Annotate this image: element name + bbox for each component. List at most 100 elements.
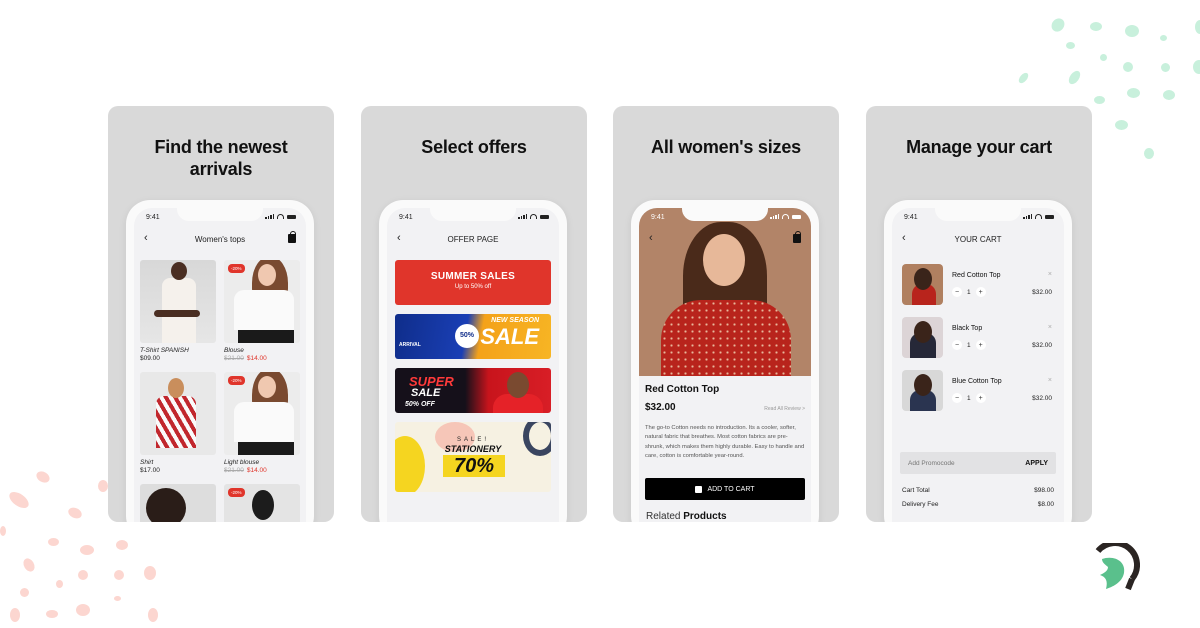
summary-label: Delivery Fee — [902, 501, 939, 508]
read-all-review-link[interactable]: Read All Review > — [764, 406, 805, 412]
banner-percent: 50% — [455, 324, 479, 348]
remove-icon[interactable]: × — [1048, 324, 1052, 331]
phone-mockup: 9:41 ‹ Red Cotton Top $32.00 Read All Re… — [631, 200, 819, 522]
card-title: Manage your cart — [906, 137, 1052, 157]
quantity-value: 1 — [967, 341, 971, 349]
product-card[interactable]: T-Shirt SPANISH $09.00 — [140, 260, 216, 362]
apply-button[interactable]: APPLY — [1025, 460, 1048, 467]
nav-title: Women's tops — [194, 234, 246, 244]
back-icon[interactable]: ‹ — [902, 232, 906, 244]
status-time: 9:41 — [651, 214, 665, 221]
product-image: -20% — [224, 484, 300, 522]
signal-icon — [265, 214, 274, 219]
product-card[interactable]: Shirt $17.00 — [140, 372, 216, 474]
status-time: 9:41 — [146, 214, 160, 221]
nav-title: OFFER PAGE — [447, 234, 499, 244]
summer-sales-banner[interactable]: SUMMER SALES Up to 50% off — [395, 260, 551, 305]
banner-title: SUMMER SALES — [430, 271, 516, 282]
decrement-button[interactable]: − — [952, 287, 962, 297]
cart-item-list: Red Cotton Top × − 1 + $32.00 Black Top … — [902, 264, 1054, 411]
banner-percent: 70% — [443, 455, 505, 477]
banner-sale-text: SALE — [480, 324, 539, 349]
quantity-stepper: − 1 + — [952, 393, 986, 403]
banner-sale-text: SALE — [411, 387, 441, 399]
sale-price: $14.00 — [246, 355, 267, 362]
cart-item-image — [902, 317, 943, 358]
increment-button[interactable]: + — [975, 287, 986, 297]
back-icon[interactable]: ‹ — [397, 232, 401, 244]
cart-item: Black Top × − 1 + $32.00 — [902, 317, 1054, 358]
increment-button[interactable]: + — [975, 340, 986, 350]
decrement-button[interactable]: − — [952, 340, 962, 350]
old-price: $21.00 — [224, 355, 244, 362]
banner-sale-text: SALE! — [456, 437, 489, 443]
product-name: Blouse — [224, 347, 244, 354]
banner-arrival-text: ARRIVAL — [399, 342, 421, 348]
product-card[interactable]: -20% Blouse $21.00 $14.00 — [224, 260, 300, 362]
back-icon[interactable]: ‹ — [144, 232, 148, 244]
discount-badge: -20% — [228, 376, 245, 385]
phone-notch — [935, 208, 1021, 221]
increment-button[interactable]: + — [975, 393, 986, 403]
back-icon[interactable]: ‹ — [649, 232, 653, 244]
phone-screen: 9:41 ‹ OFFER PAGE SUMMER SALES Up to 50%… — [387, 208, 559, 522]
related-products-heading: Related Products — [646, 511, 727, 522]
product-name: Light blouse — [224, 459, 260, 466]
cart-item-price: $32.00 — [1032, 395, 1052, 402]
stationery-sale-banner[interactable]: SALE! STATIONERY 70% — [395, 422, 551, 492]
feature-card-new-arrivals: Find the newest arrivals 9:41 ‹ Women's … — [108, 106, 334, 522]
wifi-icon — [530, 214, 537, 219]
promocode-input[interactable] — [908, 459, 998, 467]
card-title: Select offers — [421, 137, 527, 157]
wifi-icon — [277, 214, 284, 219]
cart-item-image — [902, 370, 943, 411]
product-card[interactable]: -20% Light blouse $21.00 $14.00 — [224, 372, 300, 474]
related-bold: Products — [683, 511, 727, 522]
banner-title: STATIONERY — [444, 444, 502, 454]
phone-screen: 9:41 ‹ YOUR CART Red Cotton Top × − 1 + … — [892, 208, 1064, 522]
banner-percent: 50% OFF — [405, 401, 435, 408]
add-to-cart-button[interactable]: ADD TO CART — [645, 478, 805, 500]
product-image — [140, 484, 216, 522]
brand-logo-icon — [1095, 543, 1140, 591]
shopping-bag-icon[interactable] — [288, 231, 296, 243]
summary-value: $8.00 — [1037, 501, 1054, 508]
old-price: $21.00 — [224, 467, 244, 474]
card-title: All women's sizes — [651, 137, 801, 157]
cart-item-name: Red Cotton Top — [952, 272, 1001, 279]
product-image — [140, 260, 216, 343]
product-image — [140, 372, 216, 455]
product-price: $21.00 $14.00 — [224, 355, 300, 362]
shopping-bag-icon[interactable] — [793, 231, 801, 243]
status-icons — [1023, 214, 1054, 219]
offer-banner-list: SUMMER SALES Up to 50% off ARRIVAL 50% N… — [395, 260, 551, 492]
phone-notch — [177, 208, 263, 221]
sale-price: $14.00 — [246, 467, 267, 474]
product-card[interactable] — [140, 484, 216, 522]
product-name: Red Cotton Top — [645, 384, 720, 395]
discount-badge: -20% — [228, 264, 245, 273]
quantity-stepper: − 1 + — [952, 340, 986, 350]
battery-icon — [1045, 214, 1054, 219]
product-description: The go-to Cotton needs no introduction. … — [645, 425, 805, 460]
product-card[interactable]: -20% — [224, 484, 300, 522]
status-time: 9:41 — [904, 214, 918, 221]
summary-row-delivery-fee: Delivery Fee $8.00 — [902, 501, 1054, 508]
super-sale-banner[interactable]: SUPER SALE 50% OFF — [395, 368, 551, 413]
remove-icon[interactable]: × — [1048, 377, 1052, 384]
related-prefix: Related — [646, 511, 681, 522]
wifi-icon — [1035, 214, 1042, 219]
summary-label: Cart Total — [902, 487, 930, 494]
product-price: $21.00 $14.00 — [224, 467, 300, 474]
summary-row-cart-total: Cart Total $98.00 — [902, 487, 1054, 494]
remove-icon[interactable]: × — [1048, 271, 1052, 278]
decrement-button[interactable]: − — [952, 393, 962, 403]
new-season-sale-banner[interactable]: ARRIVAL 50% NEW SEASON SALE — [395, 314, 551, 359]
product-image: -20% — [224, 372, 300, 455]
wifi-icon — [782, 214, 789, 219]
phone-notch — [682, 208, 768, 221]
summary-value: $98.00 — [1034, 487, 1054, 494]
product-grid: T-Shirt SPANISH $09.00 -20% Blouse $21.0… — [140, 260, 300, 522]
signal-icon — [770, 214, 779, 219]
phone-screen: 9:41 ‹ Red Cotton Top $32.00 Read All Re… — [639, 208, 811, 522]
